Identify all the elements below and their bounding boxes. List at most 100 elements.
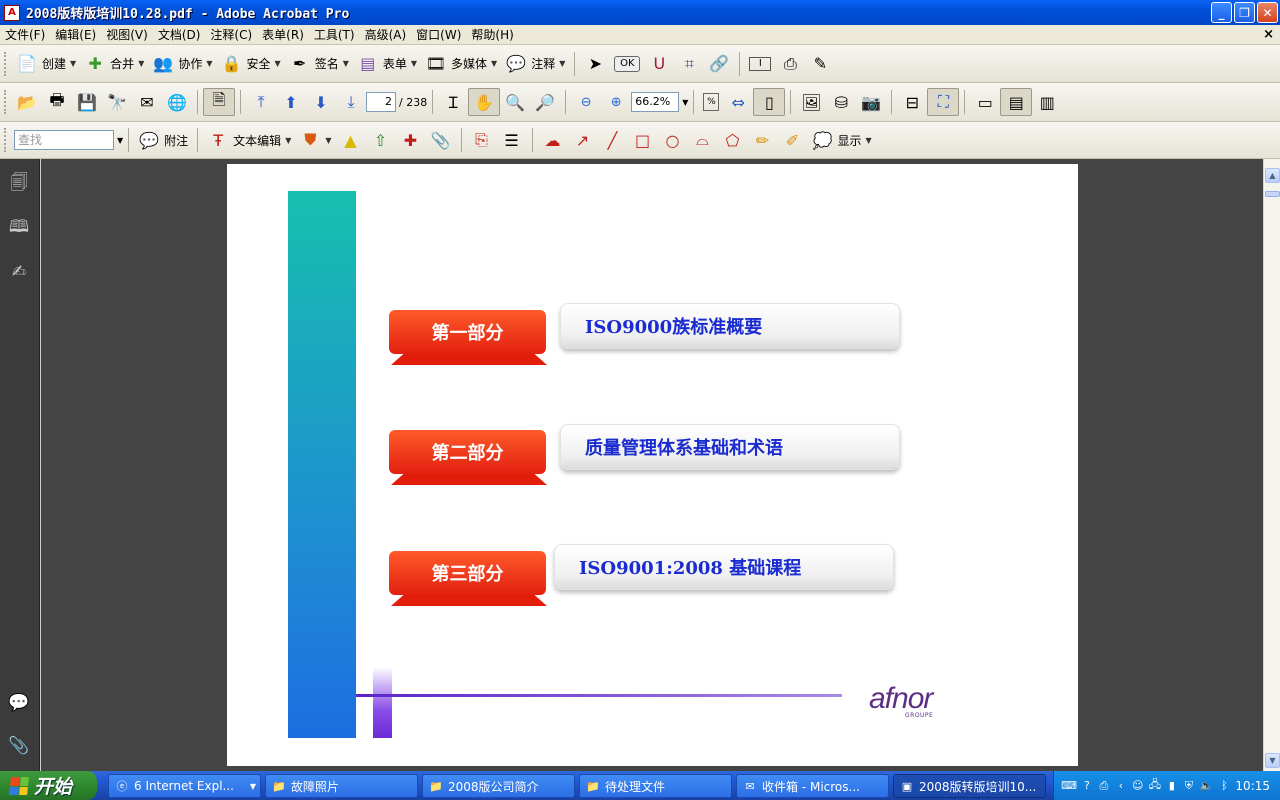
menu-view[interactable]: 视图(V) [101,26,153,43]
menu-advanced[interactable]: 高级(A) [360,26,412,43]
keyboard-icon[interactable]: ⌨ [1061,779,1077,793]
scroll-thumb[interactable] [1265,191,1280,197]
rectangle-tool-button[interactable]: □ [628,126,658,154]
menu-document[interactable]: 文档(D) [153,26,206,43]
first-page-button[interactable]: ⤒ [246,88,276,116]
next-page-button[interactable]: ⬇ [306,88,336,116]
pages-icon[interactable]: 🗐 [8,173,30,195]
forms-button[interactable]: ▤ 表单 ▼ [353,50,421,78]
document-close-icon[interactable]: × [1263,27,1274,42]
text-edit-button[interactable]: Ŧ 文本编辑 ▼ [203,126,295,154]
hand-tool-button[interactable]: ✋ [468,88,501,116]
taskbar-item-acrobat[interactable]: ▣ 2008版转版培训10... [893,774,1046,798]
secure-button[interactable]: 🔒 安全 ▼ [217,50,285,78]
print-button[interactable]: 🖶 [42,88,72,116]
search-input[interactable]: 查找 [14,130,114,150]
create-button[interactable]: 📄 创建 ▼ [12,50,80,78]
menu-forms[interactable]: 表单(R) [257,26,309,43]
arrow-tool-button[interactable]: ↗ [568,126,598,154]
security-icon[interactable]: ⛨ [1183,779,1195,793]
stamp-button[interactable]: ⛊ ▼ [295,126,335,154]
menu-tools[interactable]: 工具(T) [309,26,360,43]
polyline-tool-button[interactable]: ⌓ [688,126,718,154]
page-number-input[interactable]: 2 [366,92,396,112]
fullscreen-button[interactable]: ⛶ [927,88,960,116]
eraser-tool-button[interactable]: ✐ [778,126,808,154]
start-button[interactable]: 开始 [0,771,97,800]
single-page-button[interactable]: ▭ [970,88,1000,116]
continuous-page-button[interactable]: ▤ [1000,88,1033,116]
show-button[interactable]: 💭 显示 ▼ [808,126,876,154]
polygon-tool-button[interactable]: ⬠ [718,126,748,154]
toolbar-grip[interactable] [4,128,8,152]
menu-help[interactable]: 帮助(H) [466,26,518,43]
menu-window[interactable]: 窗口(W) [411,26,466,43]
typewriter-button[interactable]: ⎙ [775,50,805,78]
toolbar-grip[interactable] [4,90,8,114]
taskbar-item-company-profile[interactable]: 📁 2008版公司简介 [422,774,575,798]
crop-tool-button[interactable]: ⌗ [674,50,704,78]
signatures-icon[interactable]: ✍ [8,261,30,283]
scroll-up-icon[interactable]: ▲ [1265,168,1280,183]
zoom-out-button[interactable]: ⊖ [571,88,601,116]
actual-size-button[interactable]: % [699,88,723,116]
comment-button[interactable]: 💬 注释 ▼ [501,50,569,78]
last-page-button[interactable]: ⤓ [336,88,366,116]
line-tool-button[interactable]: ╱ [598,126,628,154]
textbox-button[interactable]: ☰ [497,126,527,154]
tray-expand-icon[interactable]: ‹ [1115,779,1127,793]
callout-button[interactable]: ⎘ [467,126,497,154]
email-button[interactable]: ✉ [132,88,162,116]
vertical-scrollbar[interactable]: ▲ ▼ [1263,159,1280,771]
minimize-button[interactable]: _ [1211,2,1232,23]
zoom-in-button[interactable]: ⊕ [601,88,631,116]
menu-comments[interactable]: 注释(C) [205,26,257,43]
fit-page-button[interactable]: ▯ [753,88,786,116]
combine-button[interactable]: ✚ 合并 ▼ [80,50,148,78]
fit-width-button[interactable]: ⇔ [723,88,753,116]
save-button[interactable]: 💾 [72,88,102,116]
taskbar-item-internet-explorer[interactable]: ⓔ 6 Internet Expl... ▼ [108,774,261,798]
messenger-icon[interactable]: ☺ [1132,779,1144,793]
oval-tool-button[interactable]: ○ [658,126,688,154]
text-field-button[interactable]: I [745,50,775,78]
highlight-text-button[interactable]: ▲ [336,126,366,154]
network-icon[interactable]: 🖧 [1149,778,1161,793]
menu-file[interactable]: 文件(F) [0,26,50,43]
sticky-note-button[interactable]: 💬 附注 [134,126,192,154]
read-aloud-button[interactable]: ⛁ [826,88,856,116]
sign-button[interactable]: ✒ 签名 ▼ [285,50,353,78]
prev-page-button[interactable]: ⬆ [276,88,306,116]
close-button[interactable]: ✕ [1257,2,1278,23]
signal-icon[interactable]: ▮ [1166,779,1178,793]
web-button[interactable]: 🌐 [162,88,192,116]
attach-link-button[interactable]: 🔗 [704,50,734,78]
taskbar-item-pending-files[interactable]: 📁 待处理文件 [579,774,732,798]
attach-file-button[interactable]: ⇧ [366,126,396,154]
link-tool-button[interactable]: Ս [644,50,674,78]
split-view-button[interactable]: ⊟ [897,88,927,116]
notification-icon[interactable]: ⎙ [1098,779,1110,793]
zoom-level-input[interactable]: 66.2% [631,92,680,112]
menu-edit[interactable]: 编辑(E) [50,26,101,43]
scroll-down-icon[interactable]: ▼ [1265,753,1280,768]
zoom-tool-button[interactable]: 🔎 [530,88,560,116]
taskbar-item-fault-photos[interactable]: 📁 故障照片 [265,774,418,798]
taskbar-item-outlook[interactable]: ✉ 收件箱 - Micros... [736,774,889,798]
text-select-button[interactable]: Ɪ [438,88,468,116]
select-tool-button[interactable]: ➤ [580,50,610,78]
attachments-icon[interactable]: 📎 [8,735,30,757]
slideshow-button[interactable]: 🖼 [796,88,826,116]
multimedia-button[interactable]: 🎞 多媒体 ▼ [421,50,501,78]
comments-icon[interactable]: 💬 [8,692,30,714]
open-button[interactable]: 📂 [12,88,42,116]
zoom-dropdown-icon[interactable]: ▼ [682,98,688,107]
bookmarks-icon[interactable]: 🕮 [8,217,30,239]
edit-form-button[interactable]: ✎ [805,50,835,78]
reading-mode-button[interactable]: 🗎 [203,88,235,116]
help-icon[interactable]: ? [1081,779,1093,793]
find-button[interactable]: 🔭 [102,88,132,116]
bluetooth-icon[interactable]: ᛒ [1219,779,1231,793]
two-page-button[interactable]: ▥ [1032,88,1062,116]
marquee-zoom-button[interactable]: 🔍 [500,88,530,116]
